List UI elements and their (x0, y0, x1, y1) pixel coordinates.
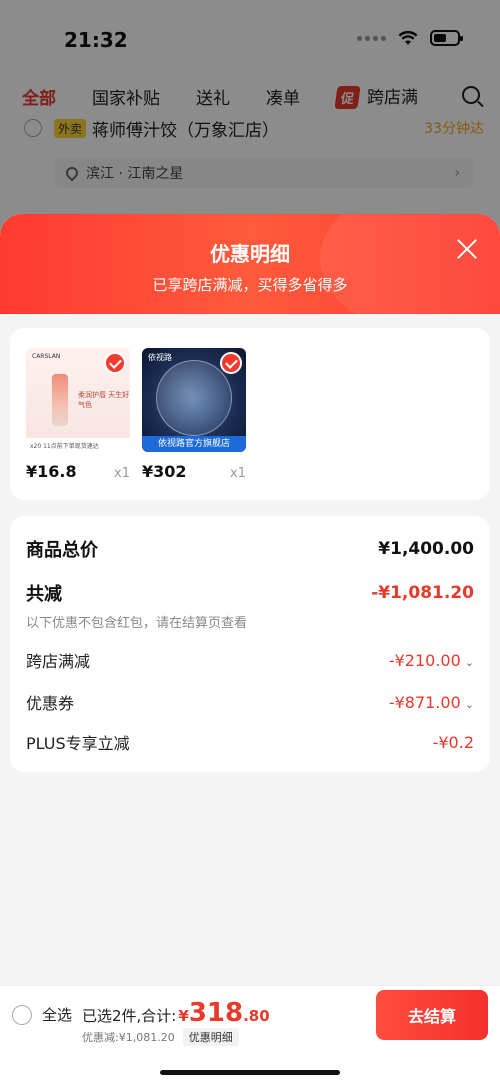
checked-icon[interactable] (104, 352, 126, 374)
cross-store-label: 跨店满减 (26, 652, 91, 671)
product-price-row: ¥302 x1 (142, 462, 246, 481)
discount-detail-button[interactable]: 优惠明细 (182, 1028, 239, 1046)
selected-count: 已选2件,合计: (82, 1007, 177, 1025)
product-price: ¥302 (142, 462, 187, 481)
select-all[interactable]: 全选 (12, 1004, 72, 1025)
total-amount-int: 318 (188, 998, 244, 1028)
coupon-value-wrap: -¥871.00 ⌄ (389, 693, 474, 712)
product-brand: 依视路 (148, 353, 172, 362)
product-image-lens[interactable]: 依视路 依视路官方旗舰店 (142, 348, 246, 452)
currency-symbol: ¥ (178, 1007, 189, 1025)
product-image-text: 柔润护唇 天生好气色 (78, 391, 130, 409)
product-price-row: ¥16.8 x1 (26, 462, 130, 481)
product-qty: x1 (114, 466, 130, 481)
total-summary: 已选2件,合计: ¥ 318 .80 (82, 998, 270, 1028)
cross-store-row[interactable]: 跨店满减 -¥210.00 ⌄ (26, 648, 474, 672)
sheet-title: 优惠明细 (210, 242, 290, 266)
discount-note: 以下优惠不包含红包，请在结算页查看 (26, 616, 248, 631)
total-price-value: ¥1,400.00 (378, 539, 474, 559)
total-price-row: 商品总价 ¥1,400.00 (26, 536, 474, 562)
sheet-subtitle: 已享跨店满减，买得多省得多 (152, 276, 348, 294)
total-reduce-row: 共减 -¥1,081.20 (26, 580, 474, 606)
plus-label: PLUS专享立减 (26, 734, 130, 753)
select-all-label: 全选 (42, 1006, 73, 1024)
lipstick-shape (52, 374, 68, 426)
total-reduce-label: 共减 (26, 584, 62, 605)
cross-store-value: -¥210.00 (388, 650, 461, 670)
product-image-footer: x20 11点前下单现货速达 (26, 438, 130, 452)
product-image-lipstick[interactable]: CARSLAN 柔润护唇 天生好气色 x20 11点前下单现货速达 (26, 348, 130, 452)
product-item[interactable]: CARSLAN 柔润护唇 天生好气色 x20 11点前下单现货速达 ¥16.8 … (26, 348, 136, 481)
checkout-bar: 全选 已选2件,合计: ¥ 318 .80 优惠减:¥1,081.20 优惠明细… (0, 985, 500, 1087)
products-card: CARSLAN 柔润护唇 天生好气色 x20 11点前下单现货速达 ¥16.8 … (10, 328, 490, 500)
price-summary-card: 商品总价 ¥1,400.00 共减 -¥1,081.20 以下优惠不包含红包，请… (10, 516, 490, 772)
store-banner: 依视路官方旗舰店 (142, 436, 246, 452)
product-item[interactable]: 依视路 依视路官方旗舰店 ¥302 x1 (142, 348, 252, 481)
select-all-checkbox[interactable] (12, 1004, 32, 1025)
total-reduce-value: -¥1,081.20 (371, 583, 474, 603)
checked-icon[interactable] (220, 352, 242, 374)
close-icon[interactable] (456, 238, 478, 260)
product-brand: CARSLAN (32, 353, 61, 360)
checkout-button[interactable]: 去结算 (376, 990, 488, 1040)
plus-value: -¥0.2 (432, 732, 474, 752)
coupon-label: 优惠券 (26, 694, 75, 713)
overlay-mask[interactable] (0, 0, 500, 240)
total-price-label: 商品总价 (26, 540, 98, 561)
coupon-row[interactable]: 优惠券 -¥871.00 ⌄ (26, 690, 474, 714)
total-amount-dec: .80 (243, 1007, 270, 1025)
chevron-down-icon[interactable]: ⌄ (465, 698, 474, 711)
sheet-header: 优惠明细 已享跨店满减，买得多省得多 (0, 214, 500, 334)
product-price: ¥16.8 (26, 462, 77, 481)
cross-store-value-wrap: -¥210.00 ⌄ (389, 651, 474, 670)
lens-shape (156, 360, 232, 436)
discount-line: 优惠减:¥1,081.20 优惠明细 (82, 1028, 239, 1046)
discount-amount: 优惠减:¥1,081.20 (82, 1031, 175, 1044)
plus-row: PLUS专享立减 -¥0.2 (26, 730, 474, 754)
product-qty: x1 (230, 466, 246, 481)
discount-detail-sheet: 优惠明细 已享跨店满减，买得多省得多 CARSLAN 柔润护唇 天生好气色 x2… (0, 214, 500, 1087)
coupon-value: -¥871.00 (388, 692, 461, 712)
chevron-down-icon[interactable]: ⌄ (465, 656, 474, 669)
home-indicator (160, 1070, 340, 1075)
